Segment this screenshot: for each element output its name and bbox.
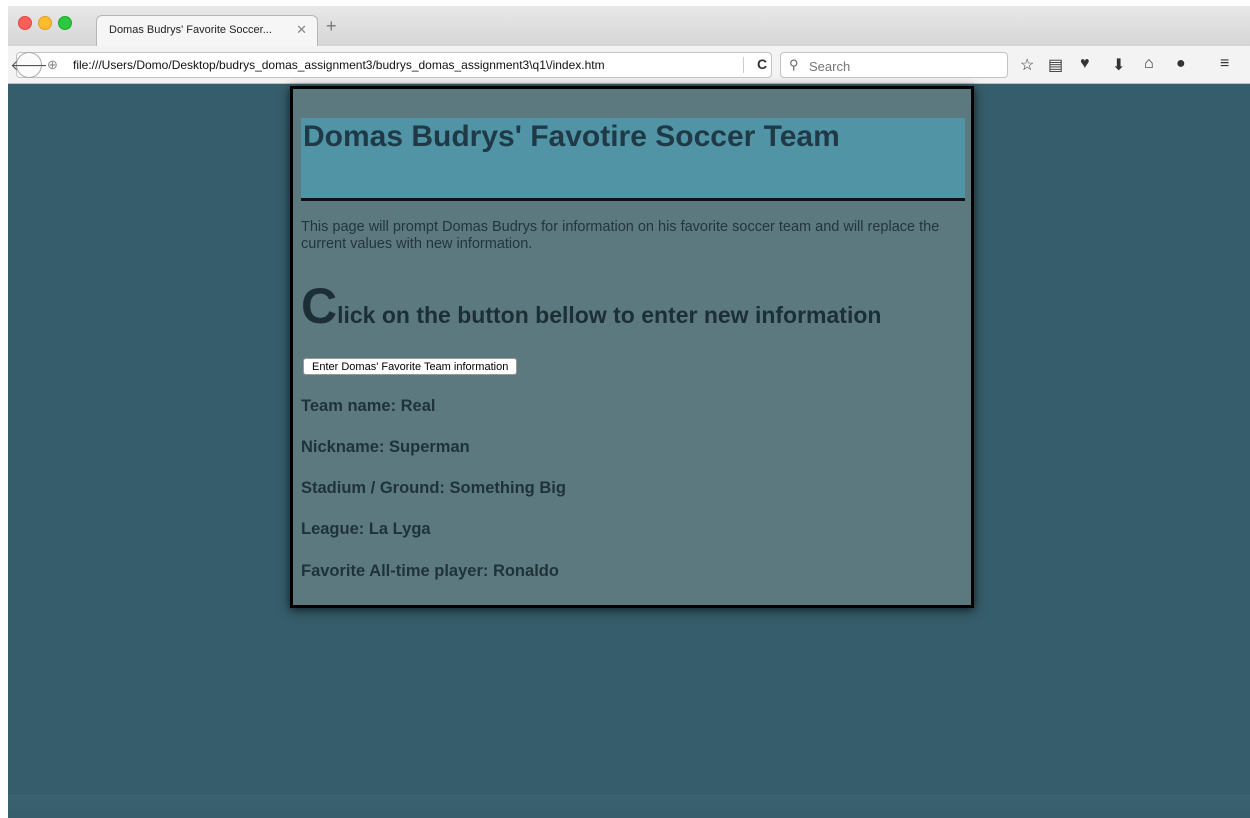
tab-title: Domas Budrys' Favorite Soccer... — [109, 24, 272, 36]
url-divider — [743, 57, 744, 73]
league-text: League: La Lyga — [301, 520, 431, 538]
stadium-text: Stadium / Ground: Something Big — [301, 479, 566, 497]
favorite-player-text: Favorite All-time player: Ronaldo — [301, 562, 559, 580]
reload-icon[interactable]: C — [757, 56, 767, 72]
tab-active[interactable]: Domas Budrys' Favorite Soccer... ✕ — [96, 15, 318, 47]
new-tab-button[interactable]: + — [326, 16, 337, 37]
reading-list-icon[interactable]: ▤ — [1048, 55, 1063, 75]
globe-icon: ⊕ — [47, 57, 58, 72]
page-content: Domas Budrys' Favotire Soccer Team This … — [8, 84, 1250, 818]
team-name-text: Team name: Real — [301, 397, 436, 415]
url-text[interactable]: file:///Users/Domo/Desktop/budrys_domas_… — [73, 58, 605, 72]
download-icon[interactable]: ⬇ — [1112, 55, 1125, 75]
intro-text: This page will prompt Domas Budrys for i… — [301, 219, 940, 252]
maximize-window-button[interactable] — [58, 16, 72, 30]
bookmark-star-icon[interactable]: ☆ — [1020, 55, 1034, 75]
page-header: Domas Budrys' Favotire Soccer Team — [301, 118, 965, 201]
tab-bar: Domas Budrys' Favorite Soccer... ✕ + — [8, 6, 1250, 47]
close-window-button[interactable] — [18, 16, 32, 30]
pocket-icon[interactable]: ♥ — [1080, 55, 1090, 73]
minimize-window-button[interactable] — [38, 16, 52, 30]
enter-info-button[interactable]: Enter Domas' Favorite Team information — [303, 358, 518, 375]
tab-close-icon[interactable]: ✕ — [296, 22, 307, 38]
menu-icon[interactable]: ≡ — [1220, 55, 1229, 73]
chat-icon[interactable]: ● — [1176, 55, 1186, 73]
nickname-text: Nickname: Superman — [301, 438, 470, 456]
home-icon[interactable]: ⌂ — [1144, 55, 1154, 73]
page-title: Domas Budrys' Favotire Soccer Team — [303, 120, 840, 153]
cta-heading: Click on the button bellow to enter new … — [301, 281, 881, 331]
cta-drop-cap: C — [301, 278, 338, 334]
search-icon: ⚲ — [789, 57, 799, 72]
nav-bar: 🡐 ⊕ file:///Users/Domo/Desktop/budrys_do… — [8, 46, 1250, 84]
cta-heading-text: lick on the button bellow to enter new i… — [337, 302, 882, 328]
browser-window: Domas Budrys' Favorite Soccer... ✕ + 🡐 ⊕… — [8, 6, 1250, 818]
back-arrow-icon: 🡐 — [10, 56, 48, 73]
bottom-strip — [8, 795, 1250, 818]
back-button[interactable]: 🡐 — [10, 52, 48, 78]
main-container: Domas Budrys' Favotire Soccer Team This … — [290, 86, 974, 608]
url-bar[interactable]: 🡐 ⊕ file:///Users/Domo/Desktop/budrys_do… — [10, 52, 772, 78]
search-bar[interactable]: ⚲ — [780, 52, 1008, 78]
search-input[interactable] — [807, 56, 1001, 76]
